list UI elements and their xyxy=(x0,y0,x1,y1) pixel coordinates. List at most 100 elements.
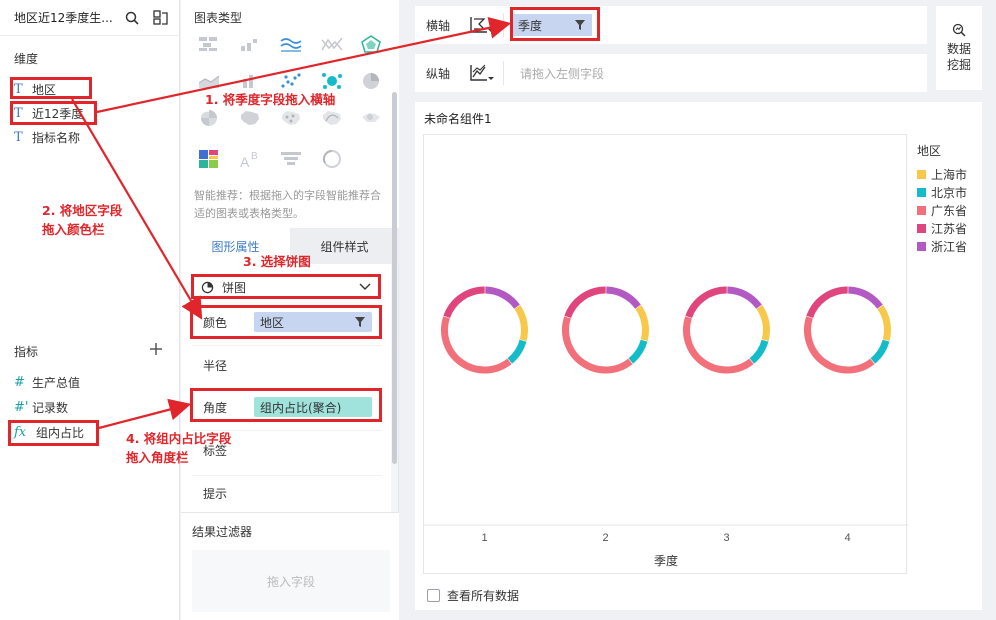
field-label: 记录数 xyxy=(32,400,69,415)
legend-swatch xyxy=(917,205,926,215)
donut-slice-江苏省 xyxy=(806,286,848,319)
legend-item[interactable]: 浙江省 xyxy=(917,237,967,255)
donut-slice-浙江省 xyxy=(606,286,641,309)
number-type-icon: # xyxy=(14,374,25,390)
x-axis-label: 横轴 xyxy=(426,18,451,33)
legend-label: 上海市 xyxy=(931,167,968,182)
dimensions-heading: 维度 xyxy=(14,52,39,66)
measure-field-gdp[interactable]: # 生产总值 xyxy=(14,372,80,392)
svg-text:B: B xyxy=(251,151,258,162)
tooltip-row[interactable]: 提示 xyxy=(192,475,382,511)
count-type-icon: #' xyxy=(14,399,29,415)
config-scrollbar[interactable] xyxy=(392,92,397,464)
radar-line-chart-icon[interactable] xyxy=(319,31,345,57)
donut-slice-上海市 xyxy=(877,305,891,342)
chart-svg: 1 2 3 4 季度 xyxy=(424,286,908,568)
y-axis-chart-icon[interactable] xyxy=(463,61,499,85)
annotation-step-2-line2: 拖入颜色栏 xyxy=(42,222,105,237)
annotation-box-region xyxy=(10,77,92,99)
donut-slice-北京市 xyxy=(749,339,769,364)
x-tick-label: 3 xyxy=(723,532,729,544)
tooltip-label: 提示 xyxy=(203,487,228,501)
field-label: 指标名称 xyxy=(32,130,81,145)
legend-item[interactable]: 江苏省 xyxy=(917,219,967,237)
legend-swatch xyxy=(917,169,926,179)
radius-label: 半径 xyxy=(203,359,228,373)
y-axis-label: 纵轴 xyxy=(426,66,451,81)
legend-item[interactable]: 北京市 xyxy=(917,183,967,201)
annotation-box-quarter xyxy=(10,101,97,125)
field-label: 生产总值 xyxy=(32,375,81,390)
add-measure-icon[interactable] xyxy=(148,341,164,357)
word-cloud-icon[interactable]: AB xyxy=(237,146,263,172)
legend-item[interactable]: 广东省 xyxy=(917,201,967,219)
donut-slice-北京市 xyxy=(507,339,527,364)
legend-swatch xyxy=(917,223,926,233)
plot-area: 1 2 3 4 季度 xyxy=(423,134,908,574)
donut-slice-浙江省 xyxy=(848,286,883,309)
divider xyxy=(503,13,504,37)
dimension-field-indicator-name[interactable]: T 指标名称 xyxy=(14,127,80,147)
pie-chart-icon[interactable] xyxy=(358,68,384,94)
x-tick-label: 2 xyxy=(602,532,608,544)
chart-type-heading: 图表类型 xyxy=(194,11,243,25)
svg-text:A: A xyxy=(240,154,250,169)
data-mining-label-1: 数据 xyxy=(946,42,971,56)
data-mining-button[interactable]: 数据 挖掘 xyxy=(936,6,982,90)
legend-title: 地区 xyxy=(917,144,942,158)
dataset-header: 地区近12季度生... xyxy=(0,0,179,36)
search-icon[interactable] xyxy=(123,9,141,27)
heat-map-icon[interactable] xyxy=(358,105,384,131)
funnel-chart-icon[interactable] xyxy=(278,146,304,172)
radar-chart-icon[interactable] xyxy=(358,31,384,57)
treemap-chart-icon[interactable] xyxy=(196,146,222,172)
donut-slice-浙江省 xyxy=(727,286,762,309)
annotation-step-2-line1: 2. 将地区字段 xyxy=(42,203,123,218)
show-all-data-checkbox[interactable]: 查看所有数据 xyxy=(427,587,519,604)
donut-slice-广东省 xyxy=(804,316,875,374)
x-tick-label: 4 xyxy=(844,532,850,544)
chart-widget: 未命名组件1 1 2 3 4 季度 地区 上海市北京市广东省 江苏省浙江省 查看所有数据 xyxy=(415,102,982,610)
legend-label: 北京市 xyxy=(931,185,968,200)
annotation-step-1: 1. 将季度字段拖入横轴 xyxy=(205,92,336,107)
x-axis-sort-icon[interactable] xyxy=(463,13,499,37)
legend-label: 广东省 xyxy=(931,203,968,218)
widget-title[interactable]: 未命名组件1 xyxy=(424,110,492,127)
donut-slice-广东省 xyxy=(441,316,512,374)
table-chart-icon[interactable] xyxy=(196,31,222,57)
donut-slice-上海市 xyxy=(756,305,770,342)
smart-recommend-hint: 智能推荐：根据拖入的字段智能推荐合适的图表或表格类型。 xyxy=(194,189,381,220)
dataset-title: 地区近12季度生... xyxy=(14,11,113,25)
donut-slice-江苏省 xyxy=(564,286,606,319)
measure-field-record-count[interactable]: #' 记录数 xyxy=(14,397,68,417)
switch-dataset-icon[interactable] xyxy=(151,9,169,27)
annotation-step-4-line1: 4. 将组内占比字段 xyxy=(126,431,232,446)
x-axis-bar: 横轴 季度 xyxy=(415,6,927,44)
bar-chart-icon[interactable] xyxy=(237,31,263,57)
text-type-icon: T xyxy=(14,129,23,145)
y-axis-drop-placeholder[interactable]: 请拖入左侧字段 xyxy=(512,65,604,82)
legend-item[interactable]: 上海市 xyxy=(917,165,967,183)
x-axis-title: 季度 xyxy=(654,553,678,568)
divider xyxy=(503,61,504,85)
donut-slice-广东省 xyxy=(562,316,633,374)
x-tick-label: 1 xyxy=(481,532,487,544)
checkbox-box[interactable] xyxy=(427,589,440,602)
y-axis-bar: 纵轴 请拖入左侧字段 xyxy=(415,54,927,92)
gauge-chart-icon[interactable] xyxy=(319,146,345,172)
legend-label: 浙江省 xyxy=(931,239,968,254)
annotation-box-pie-select xyxy=(191,274,381,299)
filter-drop-zone[interactable]: 拖入字段 xyxy=(192,550,390,612)
donut-slice-浙江省 xyxy=(485,286,520,309)
radius-row[interactable]: 半径 xyxy=(192,345,382,385)
show-all-data-label: 查看所有数据 xyxy=(447,589,520,603)
donut-slice-上海市 xyxy=(514,305,528,342)
annotation-step-3: 3. 选择饼图 xyxy=(243,254,311,269)
chart-type-section: 图表类型 A B 智能推荐：根据拖入的字段智能推荐合适的图表或表格类型。 xyxy=(181,0,399,228)
data-mining-icon xyxy=(952,23,966,37)
legend: 地区 上海市北京市广东省 江苏省浙江省 xyxy=(917,142,967,255)
line-chart-icon[interactable] xyxy=(278,31,304,57)
donut-slice-广东省 xyxy=(683,316,754,374)
annotation-box-color xyxy=(190,305,382,339)
donut-slice-江苏省 xyxy=(443,286,485,319)
